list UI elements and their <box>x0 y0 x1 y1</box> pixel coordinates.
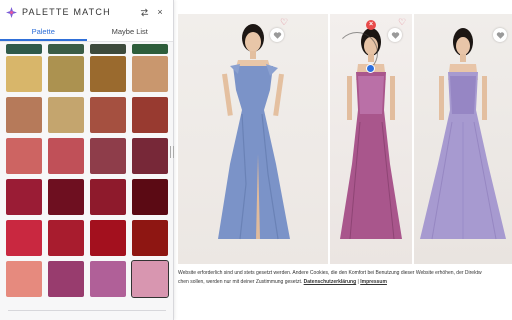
color-swatch[interactable] <box>48 56 84 92</box>
app-title: PALETTE MATCH <box>22 7 111 17</box>
swap-arrows-icon <box>140 8 148 16</box>
cookie-text: Website erforderlich sind und stets gese… <box>178 270 482 276</box>
wishlist-button[interactable] <box>388 28 402 42</box>
color-swatch[interactable] <box>48 261 84 297</box>
color-swatch[interactable] <box>90 56 126 92</box>
color-swatch[interactable] <box>90 97 126 133</box>
palette-logo-icon <box>6 6 17 18</box>
product-image-blue-gown[interactable] <box>178 14 328 264</box>
panel-tabs: Palette Maybe List <box>0 24 173 42</box>
link-separator: | <box>357 279 359 285</box>
remove-color-badge[interactable]: × <box>366 20 376 30</box>
swap-button[interactable] <box>137 5 151 19</box>
color-swatch[interactable] <box>90 44 126 54</box>
color-swatch[interactable] <box>6 138 42 174</box>
color-swatch[interactable] <box>131 260 169 298</box>
color-swatch[interactable] <box>48 138 84 174</box>
color-swatch[interactable] <box>132 220 168 256</box>
color-swatch[interactable] <box>48 44 84 54</box>
favorite-heart-icon[interactable]: ♡ <box>280 18 288 27</box>
imprint-link[interactable]: Impressum <box>360 279 387 285</box>
color-swatch[interactable] <box>6 261 42 297</box>
blue-gown-illustration <box>218 24 290 240</box>
color-swatch[interactable] <box>6 220 42 256</box>
cookie-text: chen sollen, werden nur mit deiner Zusti… <box>178 279 303 285</box>
heart-icon <box>391 31 399 39</box>
color-swatch[interactable] <box>132 97 168 133</box>
tab-maybe-list[interactable]: Maybe List <box>87 24 174 41</box>
privacy-policy-link[interactable]: Datenschutzerklärung <box>304 279 357 285</box>
palette-panel: PALETTE MATCH × Palette Maybe List <box>0 0 174 320</box>
color-swatch[interactable] <box>48 220 84 256</box>
color-swatch[interactable] <box>48 97 84 133</box>
color-swatch[interactable] <box>132 138 168 174</box>
color-swatch[interactable] <box>6 56 42 92</box>
color-swatch[interactable] <box>90 261 126 297</box>
panel-resize-handle[interactable] <box>170 146 174 158</box>
color-swatch[interactable] <box>48 179 84 215</box>
tab-palette[interactable]: Palette <box>0 24 87 41</box>
wishlist-button[interactable] <box>493 28 507 42</box>
panel-divider <box>8 310 166 311</box>
swatch-grid <box>6 44 169 298</box>
cookie-notice: Website erforderlich sind und stets gese… <box>174 264 512 294</box>
wishlist-button[interactable] <box>270 28 284 42</box>
lilac-gown-illustration <box>420 28 506 240</box>
color-swatch[interactable] <box>132 179 168 215</box>
panel-header: PALETTE MATCH × <box>0 0 173 24</box>
color-swatch[interactable] <box>6 97 42 133</box>
color-swatch[interactable] <box>6 44 42 54</box>
color-swatch[interactable] <box>6 179 42 215</box>
color-swatch[interactable] <box>132 44 168 54</box>
color-swatch[interactable] <box>90 138 126 174</box>
color-picker-handle[interactable] <box>366 64 375 73</box>
close-button[interactable]: × <box>153 5 167 19</box>
color-swatch[interactable] <box>90 179 126 215</box>
heart-icon <box>496 31 504 39</box>
favorite-heart-icon[interactable]: ♡ <box>398 18 406 27</box>
cookie-text-line-2: chen sollen, werden nur mit deiner Zusti… <box>178 278 508 287</box>
product-image-lilac-gown[interactable] <box>414 14 512 264</box>
color-swatch[interactable] <box>90 220 126 256</box>
heart-icon <box>273 31 281 39</box>
color-swatch[interactable] <box>132 56 168 92</box>
